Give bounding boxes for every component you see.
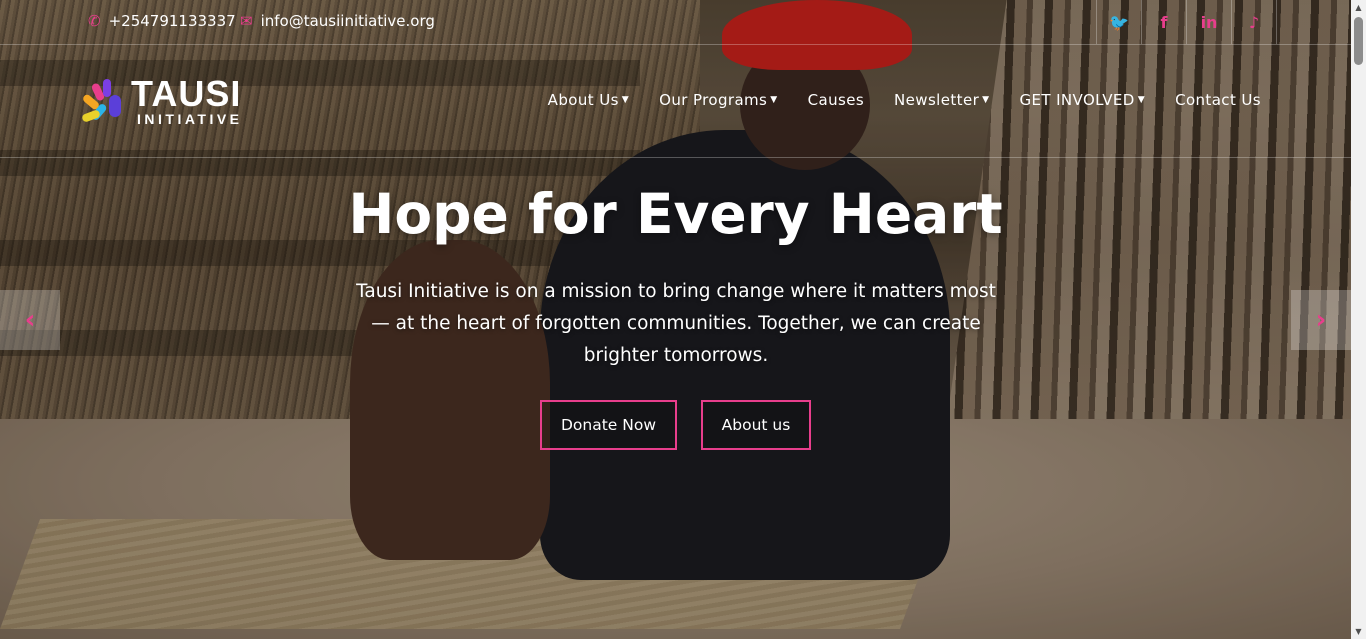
scrollbar-thumb[interactable] xyxy=(1354,17,1363,65)
twitter-icon[interactable]: 🐦 xyxy=(1096,0,1141,44)
carousel-next-button[interactable]: › xyxy=(1291,290,1351,350)
phone-number: +254791133337 xyxy=(108,12,236,30)
logo-title: TAUSI xyxy=(131,73,242,114)
nav-item-about-us[interactable]: About Us ▼ xyxy=(548,91,629,109)
about-us-button[interactable]: About us xyxy=(701,400,811,450)
top-contact-bar: ✆ +254791133337 ✉ info@tausiinitiative.o… xyxy=(0,0,1351,45)
nav-item-get-involved[interactable]: GET INVOLVED ▼ xyxy=(1019,91,1145,109)
caret-down-icon: ▼ xyxy=(982,95,990,105)
scroll-down-arrow-icon[interactable]: ▼ xyxy=(1351,624,1366,639)
caret-down-icon: ▼ xyxy=(1137,95,1146,105)
nav-item-causes[interactable]: Causes xyxy=(808,91,864,109)
hero-description: Tausi Initiative is on a mission to brin… xyxy=(356,281,996,366)
nav-item-newsletter[interactable]: Newsletter ▼ xyxy=(894,91,989,109)
nav-menu: About Us ▼ Our Programs ▼ Causes Newslette… xyxy=(548,91,1261,109)
donate-now-button[interactable]: Donate Now xyxy=(540,400,677,450)
chevron-right-icon: › xyxy=(1315,305,1327,335)
nav-item-contact-us[interactable]: Contact Us xyxy=(1175,91,1261,109)
logo-subtitle: INITIATIVE xyxy=(137,111,243,127)
chevron-left-icon: ‹ xyxy=(24,305,36,335)
email-contact[interactable]: ✉ info@tausiinitiative.org xyxy=(240,12,435,30)
email-address: info@tausiinitiative.org xyxy=(260,12,435,30)
linkedin-icon[interactable]: in xyxy=(1186,0,1231,44)
carousel-prev-button[interactable]: ‹ xyxy=(0,290,60,350)
hero-title: Hope for Every Heart xyxy=(348,182,1003,246)
main-navbar: TAUSI INITIATIVE About Us ▼ Our Programs ▼… xyxy=(0,45,1351,158)
phone-icon: ✆ xyxy=(88,12,101,30)
social-links: 🐦 f in ♪ xyxy=(1096,0,1277,44)
caret-down-icon: ▼ xyxy=(621,95,630,105)
caret-down-icon: ▼ xyxy=(770,95,778,105)
nav-item-our-programs[interactable]: Our Programs ▼ xyxy=(659,91,777,109)
phone-contact[interactable]: ✆ +254791133337 xyxy=(88,12,236,30)
peacock-logo-icon xyxy=(81,79,125,125)
envelope-icon: ✉ xyxy=(240,12,253,30)
page-scrollbar[interactable]: ▲ ▼ xyxy=(1351,0,1366,639)
scroll-up-arrow-icon[interactable]: ▲ xyxy=(1351,0,1366,15)
site-logo[interactable]: TAUSI INITIATIVE xyxy=(81,73,243,127)
tiktok-icon[interactable]: ♪ xyxy=(1231,0,1277,44)
facebook-icon[interactable]: f xyxy=(1141,0,1186,44)
